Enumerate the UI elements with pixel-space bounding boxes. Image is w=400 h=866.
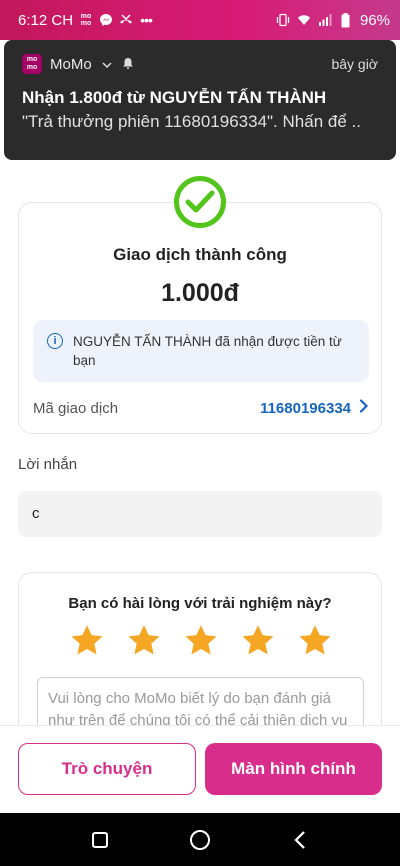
battery-percent: 96% <box>359 11 390 29</box>
star-icon[interactable] <box>297 623 333 659</box>
notification-time: bây giờ <box>331 56 378 72</box>
more-dots-icon: ••• <box>140 12 153 28</box>
rating-card: Bạn có hài lòng với trải nghiệm này? Vui… <box>18 572 382 742</box>
message-label: Lời nhắn <box>18 456 78 473</box>
info-icon: i <box>47 333 63 349</box>
star-icon[interactable] <box>183 623 219 659</box>
back-icon[interactable] <box>288 828 312 852</box>
battery-icon <box>339 12 353 27</box>
notification-app-name: MoMo <box>50 55 92 73</box>
home-icon[interactable] <box>188 828 212 852</box>
chevron-right-icon[interactable] <box>359 399 369 417</box>
system-nav-bar <box>0 813 400 866</box>
rating-title: Bạn có hài lòng với trải nghiệm này? <box>68 595 332 612</box>
info-box: i NGUYỄN TẤN THÀNH đã nhận được tiền từ … <box>33 320 369 382</box>
star-icon[interactable] <box>126 623 162 659</box>
vibrate-icon <box>276 13 290 27</box>
momo-logo: mo mo <box>22 54 42 74</box>
message-value: c <box>18 491 382 537</box>
signal-icon <box>318 13 332 27</box>
missed-call-icon <box>119 13 133 27</box>
status-time: 6:12 CH <box>18 11 74 29</box>
chat-button[interactable]: Trò chuyện <box>18 743 196 795</box>
transaction-id-label: Mã giao dịch <box>33 399 119 417</box>
home-screen-button[interactable]: Màn hình chính <box>205 743 382 795</box>
bottom-action-bar: Trò chuyện Màn hình chính <box>0 725 400 813</box>
transaction-id-row[interactable]: Mã giao dịch 11680196334 <box>33 399 369 417</box>
recents-icon[interactable] <box>88 828 112 852</box>
info-text: NGUYỄN TẤN THÀNH đã nhận được tiền từ bạ… <box>73 334 342 368</box>
alarm-icon <box>122 56 134 72</box>
notification-title: Nhận 1.800đ từ NGUYỄN TẤN THÀNH <box>22 88 327 107</box>
success-check-icon <box>174 176 226 228</box>
transaction-id-value[interactable]: 11680196334 <box>260 400 351 417</box>
star-rating[interactable] <box>69 623 333 659</box>
transaction-result-card: Giao dịch thành công 1.000đ i NGUYỄN TẤN… <box>18 202 382 434</box>
result-amount: 1.000đ <box>161 279 239 307</box>
messenger-icon <box>99 13 113 27</box>
status-bar: 6:12 CH mo mo ••• 96% <box>0 0 400 40</box>
momo-icon: mo mo <box>80 13 92 27</box>
result-title: Giao dịch thành công <box>113 245 287 264</box>
star-icon[interactable] <box>69 623 105 659</box>
star-icon[interactable] <box>240 623 276 659</box>
notification-body: "Trả thưởng phiên 11680196334". Nhấn để … <box>22 112 361 131</box>
notification[interactable]: mo mo MoMo bây giờ Nhận 1.800đ từ NGUYỄN … <box>4 40 396 160</box>
chevron-down-icon[interactable] <box>102 56 112 72</box>
wifi-icon <box>297 13 311 27</box>
